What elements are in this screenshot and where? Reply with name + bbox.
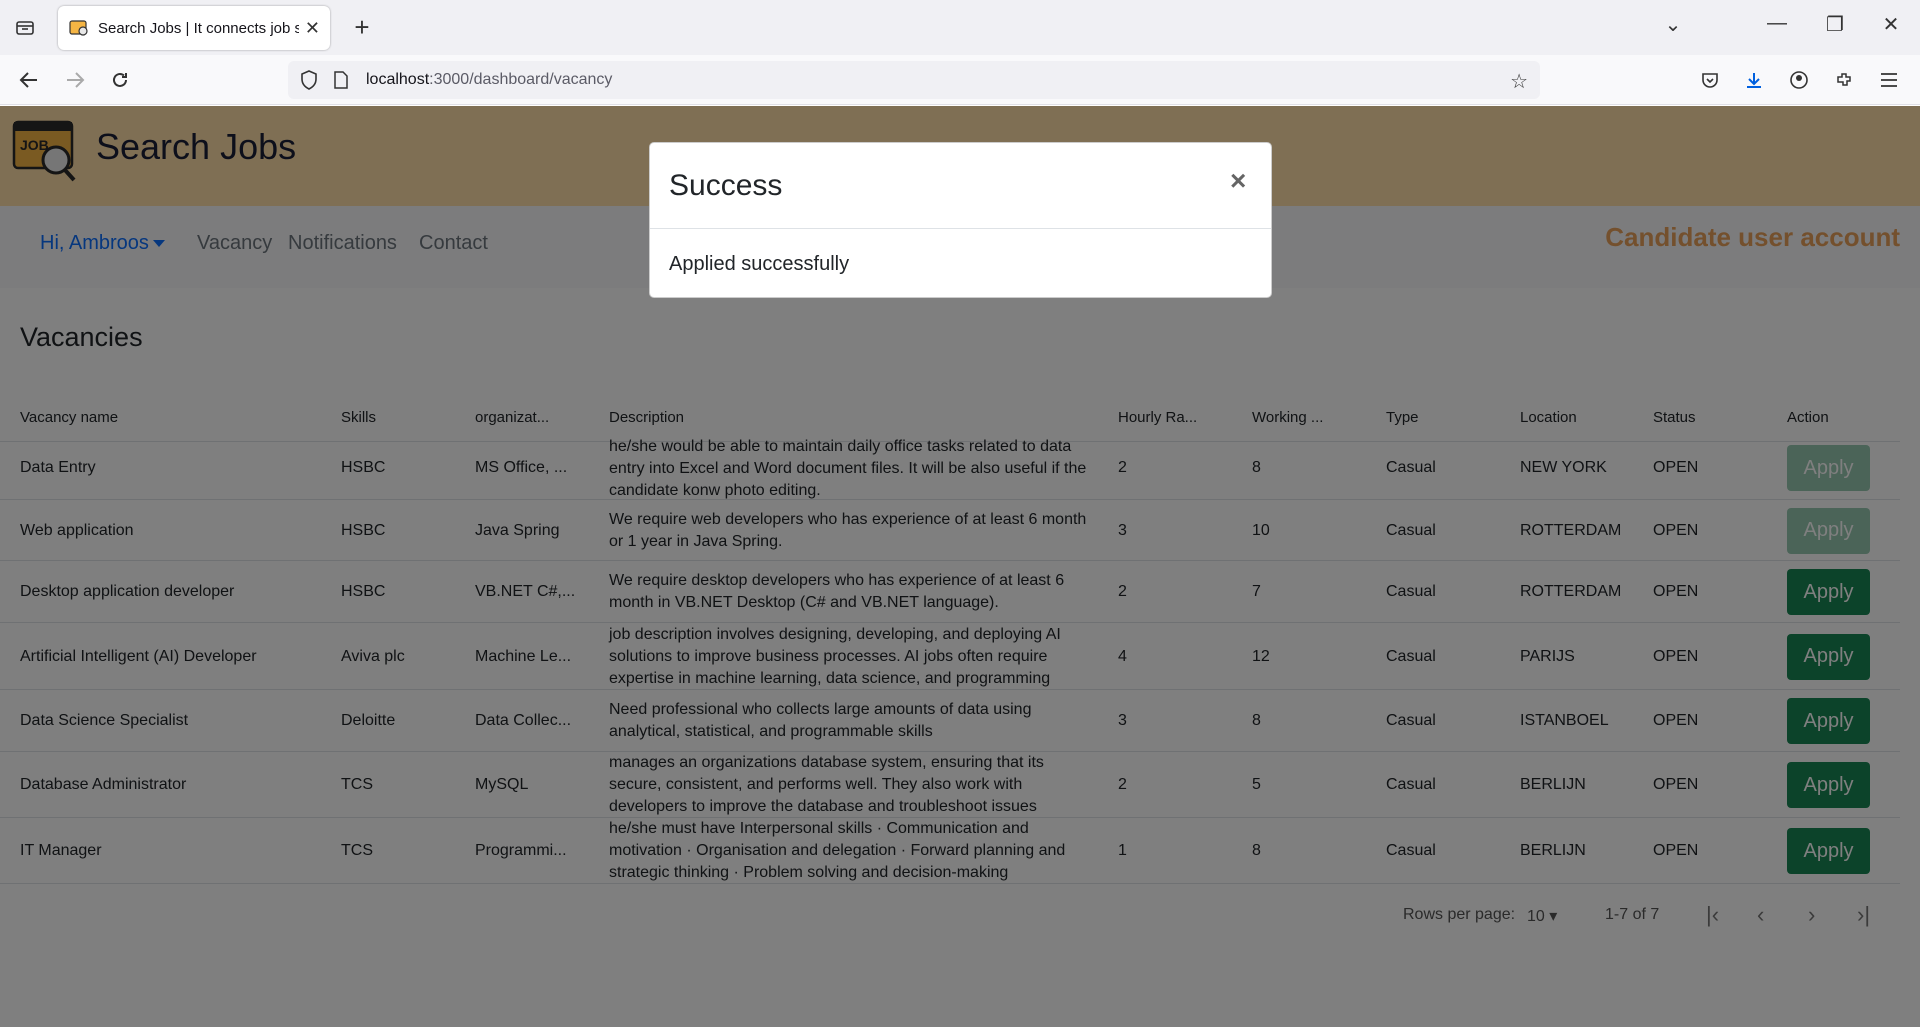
shield-icon[interactable] — [300, 70, 318, 95]
download-icon[interactable] — [1741, 67, 1767, 93]
tab-list-icon[interactable] — [10, 14, 40, 40]
reload-icon[interactable] — [107, 67, 133, 93]
new-tab-icon[interactable]: + — [348, 12, 376, 43]
close-window-icon[interactable]: ✕ — [1876, 12, 1906, 37]
page-icon — [334, 71, 348, 94]
modal-message: Applied successfully — [669, 253, 850, 275]
list-all-tabs-icon[interactable]: ⌄ — [1658, 12, 1688, 37]
modal-header: Success × — [650, 143, 1271, 229]
active-tab[interactable]: Search Jobs | It connects job se ✕ — [58, 6, 330, 50]
url-text[interactable]: localhost:3000/dashboard/vacancy — [366, 71, 612, 89]
extensions-icon[interactable] — [1831, 67, 1857, 93]
pocket-icon[interactable] — [1697, 67, 1723, 93]
bookmark-star-icon[interactable]: ☆ — [1510, 69, 1528, 94]
menu-hamburger-icon[interactable] — [1876, 67, 1902, 93]
site-favicon-icon — [68, 17, 90, 39]
close-icon[interactable]: × — [1230, 165, 1246, 197]
url-bar[interactable]: localhost:3000/dashboard/vacancy ☆ — [288, 61, 1540, 99]
account-icon[interactable] — [1786, 67, 1812, 93]
success-modal: Success × Applied successfully — [649, 142, 1272, 298]
restore-icon[interactable]: ❐ — [1820, 12, 1850, 37]
browser-nav-bar: localhost:3000/dashboard/vacancy ☆ — [0, 55, 1920, 105]
back-arrow-icon[interactable] — [16, 67, 42, 93]
page-content: JOB Search Jobs Hi, Ambroos Vacancy Noti… — [0, 106, 1920, 1027]
forward-arrow-icon[interactable] — [62, 67, 88, 93]
url-path: :3000/dashboard/vacancy — [429, 71, 613, 88]
minimize-icon[interactable]: — — [1762, 12, 1792, 35]
tab-title: Search Jobs | It connects job se — [98, 19, 299, 37]
tab-close-icon[interactable]: ✕ — [305, 18, 320, 39]
url-host: localhost — [366, 71, 430, 88]
modal-title: Success — [669, 169, 783, 202]
browser-tab-bar: Search Jobs | It connects job se ✕ + ⌄ —… — [0, 0, 1920, 55]
